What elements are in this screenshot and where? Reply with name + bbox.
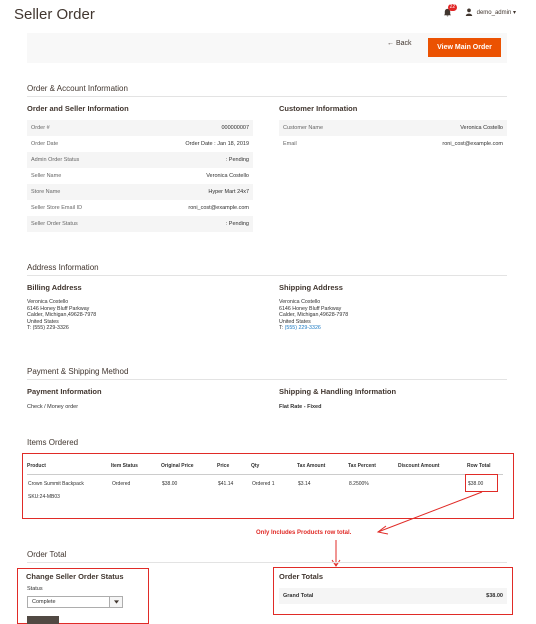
status-select[interactable]: Complete [27, 596, 123, 608]
arrow-to-row-total [377, 491, 483, 533]
grand-total-row: Grand Total $38.00 [279, 588, 507, 604]
grand-total-value: $38.00 [486, 593, 503, 599]
change-status-title: Change Seller Order Status [26, 572, 124, 581]
grand-total-label: Grand Total [283, 593, 314, 599]
chevron-down-icon [109, 597, 122, 607]
annotation-callout: Only Includes Products row total. [256, 530, 352, 536]
order-totals-title: Order Totals [279, 572, 324, 581]
divider [27, 562, 507, 563]
status-label: Status [27, 586, 43, 592]
status-select-value: Complete [32, 599, 56, 605]
annotation-arrows [331, 491, 483, 567]
update-status-button[interactable] [27, 616, 59, 624]
order-total-section-title: Order Total [27, 550, 67, 559]
